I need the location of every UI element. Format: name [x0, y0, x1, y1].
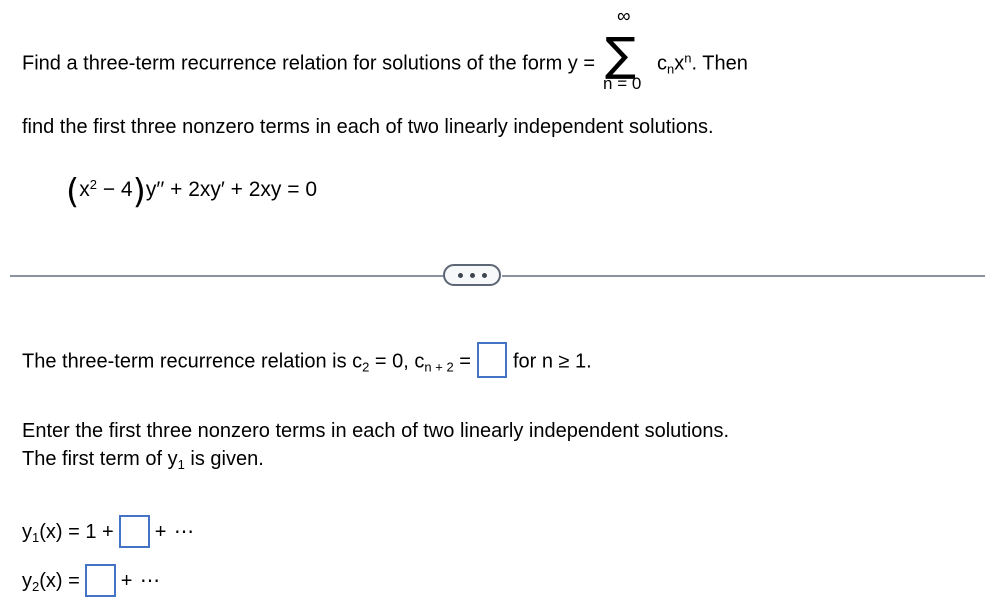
expand-ellipsis-button[interactable]	[443, 264, 501, 286]
divider-line-right	[502, 275, 985, 277]
summation-term-exponent: n	[684, 50, 692, 66]
equation-x-exponent: 2	[89, 177, 97, 192]
equation-minus-four: − 4	[97, 177, 133, 201]
instructions-line-1: Enter the first three nonzero terms in e…	[22, 420, 730, 442]
recurrence-prefix-text: The three-term recurrence relation is c	[22, 350, 363, 373]
recurrence-equals-sign: =	[453, 350, 471, 373]
y2-label: y	[22, 569, 32, 592]
equation-remainder: y′′ + 2xy′ + 2xy = 0	[145, 177, 318, 201]
problem-statement-line-2: find the first three nonzero terms in ea…	[22, 116, 714, 138]
summation-term-coefficient: c	[657, 52, 668, 75]
recurrence-answer-input[interactable]	[476, 342, 507, 378]
y1-trailing-terms: + ⋯	[154, 520, 195, 543]
recurrence-relation-line: The three-term recurrence relation is c2…	[22, 342, 592, 380]
summation-sigma-icon: ∑	[605, 27, 637, 81]
section-divider	[0, 264, 994, 303]
equation-close-paren: )	[132, 172, 146, 213]
summation-lower-limit: n = 0	[603, 74, 642, 93]
y2-trailing-terms: + ⋯	[120, 569, 162, 592]
summation-notation: ∞ ∑ n = 0	[595, 7, 657, 92]
y1-left-hand-side: (x) = 1 +	[39, 520, 114, 543]
y1-label: y	[22, 520, 32, 543]
summation-term-variable: x	[674, 52, 685, 75]
y2-left-hand-side: (x) =	[39, 569, 80, 592]
problem-page: Find a three-term recurrence relation fo…	[0, 0, 994, 616]
problem-statement-text-part-2: . Then	[691, 52, 748, 75]
differential-equation: (x2 − 4)y′′ + 2xy′ + 2xy = 0	[66, 175, 318, 209]
summation-upper-limit: ∞	[617, 6, 631, 27]
y2-answer-input[interactable]	[84, 564, 116, 597]
ellipsis-dot-2	[469, 272, 475, 278]
y1-answer-input[interactable]	[118, 515, 150, 548]
ellipsis-dot-3	[481, 272, 487, 278]
instructions-line-2-part-2: is given.	[184, 448, 264, 470]
equation-open-paren: (	[66, 172, 80, 213]
recurrence-suffix-text: for n ≥ 1.	[512, 350, 592, 373]
recurrence-cn2-subscript: n + 2	[424, 359, 454, 375]
y2-answer-line: y2(x) = + ⋯	[22, 564, 162, 598]
problem-statement-text-part-1: Find a three-term recurrence relation fo…	[22, 52, 596, 75]
instructions-line-2-part-1: The first term of y	[22, 448, 178, 470]
instructions-y1-subscript: 1	[177, 457, 185, 473]
answer-instructions: Enter the first three nonzero terms in e…	[22, 417, 729, 479]
equation-x: x	[79, 177, 90, 201]
ellipsis-dot-1	[457, 272, 463, 278]
instructions-line-2: The first term of y1 is given.	[22, 445, 729, 479]
problem-statement-line-1: Find a three-term recurrence relation fo…	[22, 7, 972, 92]
recurrence-middle-text: = 0, c	[369, 350, 425, 373]
y1-answer-line: y1(x) = 1 + + ⋯	[22, 515, 195, 549]
divider-line-left	[10, 275, 444, 277]
